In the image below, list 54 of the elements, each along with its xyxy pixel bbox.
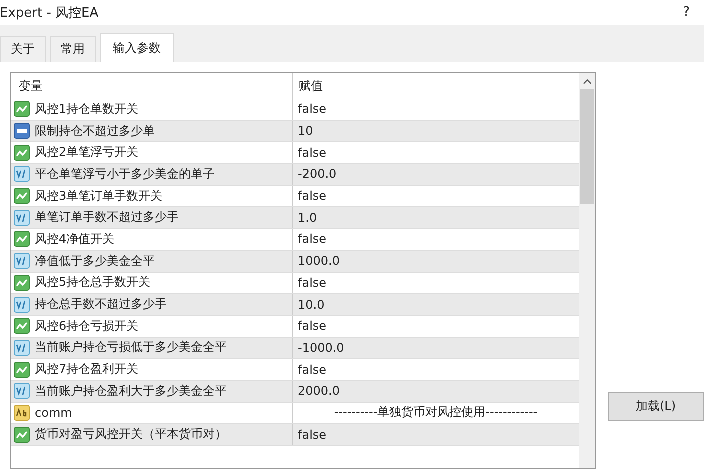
- scroll-up-icon[interactable]: [582, 79, 592, 85]
- fraction-icon: [14, 253, 30, 270]
- column-header[interactable]: 赋值: [293, 73, 579, 99]
- fraction-icon: [14, 383, 30, 400]
- parameter-name: 当前账户持仓亏损低于多少美金全平: [35, 339, 227, 356]
- parameter-value[interactable]: false: [293, 316, 579, 337]
- parameter-value[interactable]: 1.0: [293, 207, 579, 228]
- parameter-name: 当前账户持仓盈利大于多少美金全平: [35, 382, 227, 400]
- scroll-thumb[interactable]: [580, 89, 594, 204]
- parameter-name: 货币对盈亏风控开关（平本货币对）: [35, 426, 227, 444]
- parameter-value[interactable]: -200.0: [293, 164, 579, 185]
- parameter-value[interactable]: 10.0: [293, 294, 579, 315]
- parameter-name: 风控2单笔浮亏开关: [35, 144, 139, 162]
- window-title: Expert - 风控EA: [0, 4, 99, 22]
- tab[interactable]: 关于: [0, 36, 46, 62]
- chart-icon: [14, 318, 30, 334]
- parameter-value[interactable]: false: [293, 142, 579, 164]
- parameter-value[interactable]: false: [293, 229, 579, 250]
- parameter-value[interactable]: ----------单独货币对风控使用------------: [293, 402, 579, 424]
- parameter-value[interactable]: -1000.0: [293, 338, 579, 358]
- parameter-value[interactable]: false: [293, 424, 579, 445]
- parameter-name: 风控5持仓总手数开关: [35, 274, 151, 292]
- parameter-name: 单笔订单手数不超过多少手: [35, 209, 179, 226]
- tab[interactable]: 输入参数: [100, 33, 174, 62]
- chart-icon: [14, 362, 30, 378]
- fraction-icon: [14, 166, 30, 182]
- parameter-name: 风控3单笔订单手数开关: [35, 188, 163, 205]
- parameter-name: 风控6持仓亏损开关: [35, 318, 139, 335]
- parameter-value[interactable]: 1000.0: [293, 250, 579, 272]
- load-button[interactable]: 加载(L): [608, 392, 704, 421]
- parameter-value[interactable]: 2000.0: [293, 380, 579, 402]
- help-button[interactable]: ?: [683, 5, 690, 20]
- fraction-icon: [14, 296, 30, 313]
- parameter-name: 净值低于多少美金全平: [35, 252, 155, 270]
- fraction-icon: [14, 340, 30, 356]
- chart-icon: [14, 426, 30, 443]
- tab[interactable]: 常用: [50, 36, 96, 62]
- chart-icon: [14, 144, 30, 161]
- parameter-value[interactable]: false: [293, 272, 579, 294]
- chart-icon: [14, 188, 30, 204]
- parameter-value[interactable]: false: [293, 359, 579, 380]
- parameter-name: 风控7持仓盈利开关: [35, 361, 139, 378]
- parameter-name: 风控4净值开关: [35, 230, 115, 248]
- scrollbar[interactable]: [579, 73, 595, 468]
- parameter-name: comm: [35, 406, 72, 420]
- parameter-name: 平仓单笔浮亏小于多少美金的单子: [35, 166, 215, 183]
- parameter-value[interactable]: false: [293, 186, 579, 206]
- parameter-name: 限制持仓不超过多少单: [35, 122, 155, 140]
- text-icon: [14, 404, 30, 421]
- parameter-name: 风控1持仓单数开关: [35, 100, 139, 118]
- parameter-value[interactable]: 10: [293, 120, 579, 142]
- fraction-icon: [14, 210, 30, 226]
- parameter-value[interactable]: false: [293, 99, 579, 120]
- parameter-name: 持仓总手数不超过多少手: [35, 296, 167, 314]
